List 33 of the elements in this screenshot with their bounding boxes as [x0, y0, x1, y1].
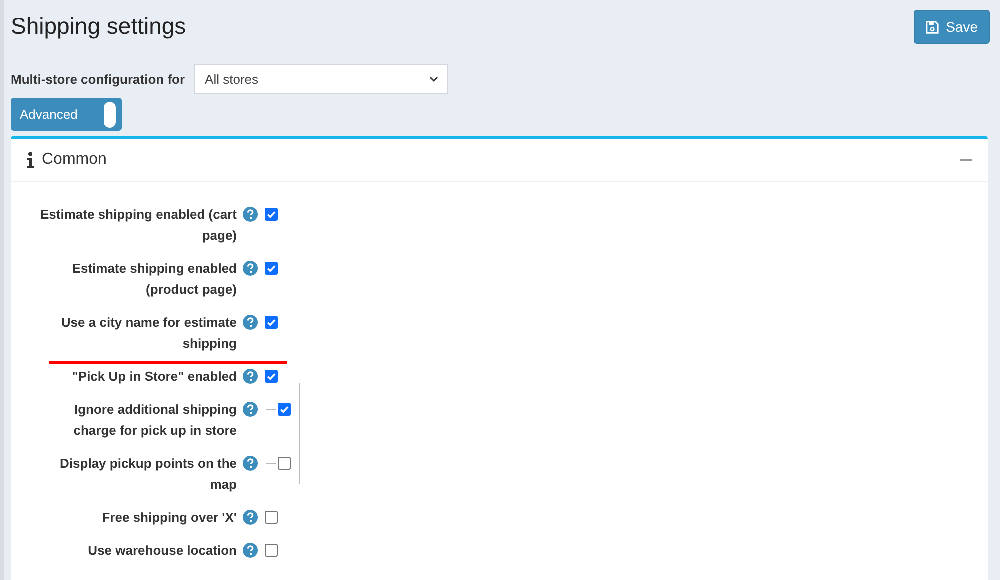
- setting-label: "Pick Up in Store" enabled: [71, 368, 237, 386]
- mode-toggle[interactable]: Advanced: [11, 98, 122, 131]
- checkbox[interactable]: [278, 457, 291, 470]
- chevron-down-icon: [429, 76, 440, 82]
- info-icon: [27, 152, 34, 168]
- help-icon[interactable]: [243, 402, 258, 417]
- checkbox[interactable]: [265, 316, 278, 329]
- setting-label: Use warehouse location: [87, 542, 237, 560]
- help-icon[interactable]: [243, 510, 258, 525]
- checkbox[interactable]: [265, 544, 278, 557]
- setting-label: Use a city name for estimate shipping: [60, 314, 237, 353]
- help-icon[interactable]: [243, 315, 258, 330]
- checkbox[interactable]: [265, 262, 278, 275]
- panel-title: Common: [42, 151, 107, 169]
- help-icon[interactable]: [243, 456, 258, 471]
- checkbox[interactable]: [265, 370, 278, 383]
- setting-label: Estimate shipping enabled (product page): [71, 260, 237, 299]
- help-icon[interactable]: [243, 207, 258, 222]
- help-icon[interactable]: [243, 369, 258, 384]
- help-icon[interactable]: [243, 543, 258, 558]
- field-label: Multi-store configuration for: [11, 72, 186, 86]
- setting-label: Ignore additional shipping charge for pick up in store: [72, 401, 237, 440]
- collapse-icon[interactable]: [960, 158, 972, 162]
- checkbox[interactable]: [265, 511, 278, 524]
- checkbox[interactable]: [265, 208, 278, 221]
- setting-label: Display pickup points on the map: [59, 455, 237, 494]
- page-title: Shipping settings: [11, 12, 186, 40]
- store-dropdown[interactable]: All stores: [194, 64, 448, 94]
- save-button[interactable]: Save: [914, 10, 990, 44]
- checkbox[interactable]: [278, 403, 291, 416]
- help-icon[interactable]: [243, 261, 258, 276]
- setting-label: Free shipping over 'X': [101, 509, 237, 527]
- setting-label: Estimate shipping enabled (cart page): [40, 206, 237, 245]
